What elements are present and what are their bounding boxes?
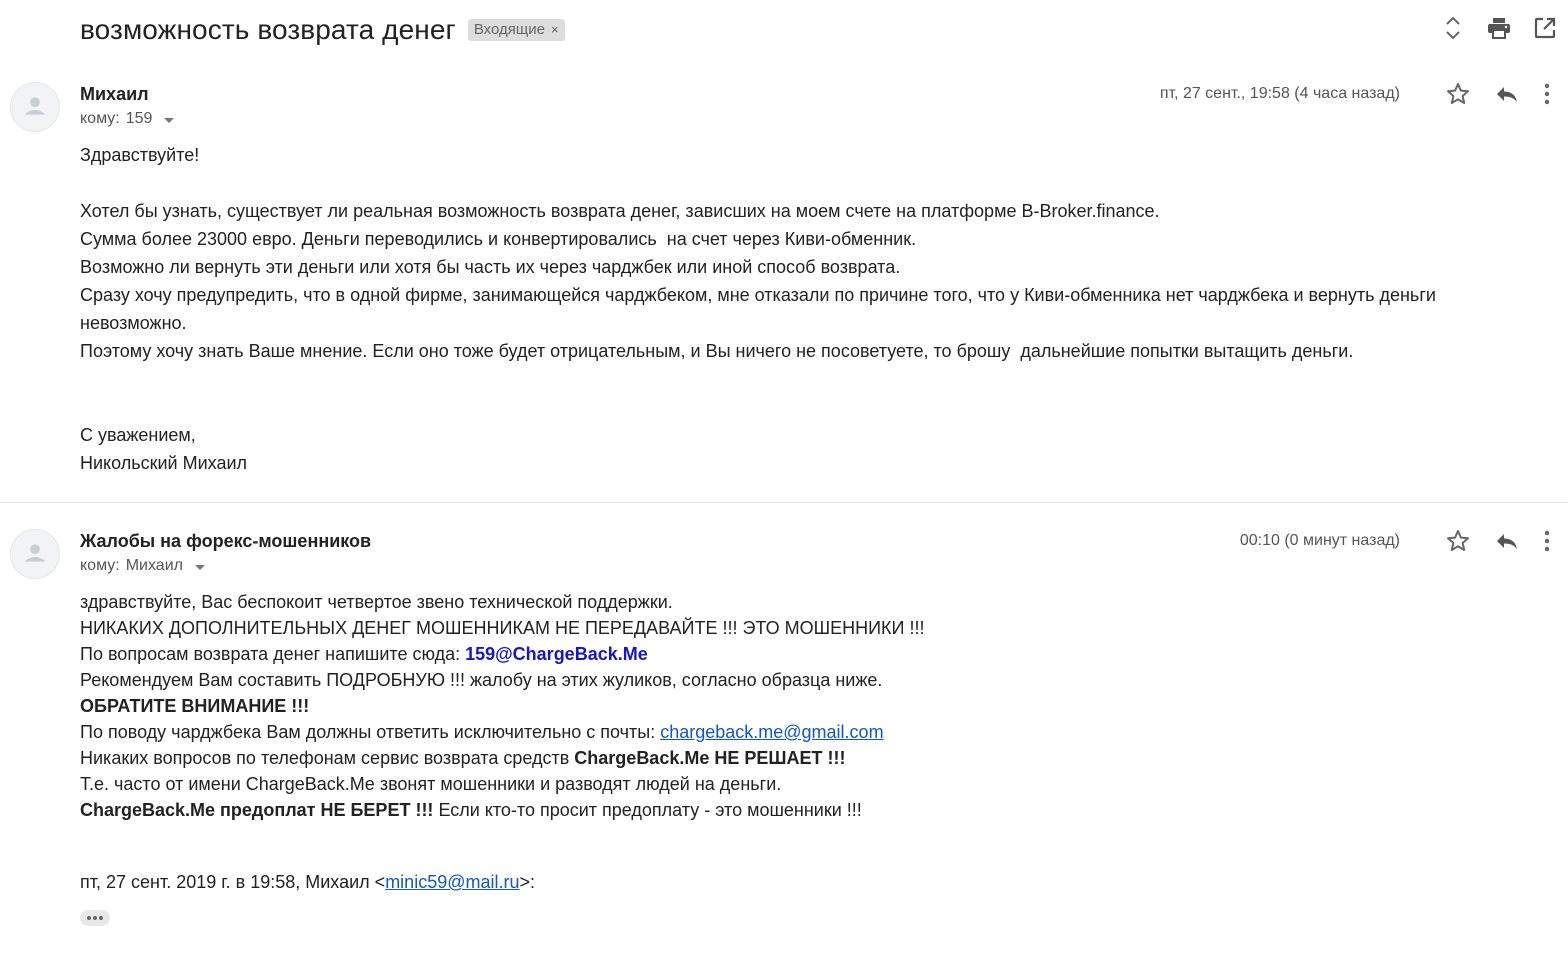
- sender-avatar[interactable]: [10, 82, 60, 132]
- email-link[interactable]: chargeback.me@gmail.com: [660, 722, 883, 742]
- body-line: Поэтому хочу знать Ваше мнение. Если оно…: [80, 341, 1354, 361]
- message-date[interactable]: пт, 27 сент., 19:58 (4 часа назад): [1160, 85, 1400, 103]
- to-prefix: кому:: [80, 557, 120, 574]
- more-vert-icon[interactable]: [1544, 530, 1550, 557]
- more-vert-icon[interactable]: [1544, 83, 1550, 110]
- body-line: По вопросам возврата денег напишите сюда…: [80, 641, 1530, 667]
- chevron-down-icon[interactable]: [194, 564, 205, 570]
- message-date[interactable]: 00:10 (0 минут назад): [1240, 532, 1400, 550]
- ellipsis-dot: [93, 916, 97, 920]
- message-actions: [1446, 82, 1550, 111]
- star-icon[interactable]: [1446, 82, 1470, 111]
- body-line: Т.е. часто от имени ChargeBack.Me звонят…: [80, 774, 782, 794]
- quote-line: пт, 27 сент. 2019 г. в 19:58, Михаил <mi…: [80, 868, 1530, 896]
- body-line: НИКАКИХ ДОПОЛНИТЕЛЬНЫХ ДЕНЕГ МОШЕННИКАМ …: [80, 618, 925, 638]
- recipients-line[interactable]: кому: 159: [80, 110, 175, 128]
- reply-icon[interactable]: [1494, 529, 1520, 558]
- body-line: Возможно ли вернуть эти деньги или хотя …: [80, 257, 901, 277]
- expand-collapse-icon[interactable]: [1440, 14, 1466, 42]
- recipient-name: Михаил: [125, 557, 183, 574]
- body-line: ОБРАТИТЕ ВНИМАНИЕ !!!: [80, 696, 310, 716]
- message-actions: [1446, 529, 1550, 558]
- body-line: Здравствуйте!: [80, 145, 200, 165]
- quote-prefix: пт, 27 сент. 2019 г. в 19:58, Михаил <: [80, 872, 386, 892]
- body-line: [80, 365, 1530, 393]
- to-prefix: кому:: [80, 110, 120, 127]
- body-line: Никольский Михаил: [80, 453, 248, 473]
- thread-toolbar: [1440, 14, 1558, 42]
- thread-header: возможность возврата денег Входящие ×: [80, 12, 565, 48]
- label-remove-icon[interactable]: ×: [551, 22, 559, 37]
- sender-name[interactable]: Жалобы на форекс-мошенников: [80, 531, 371, 552]
- body-bold-text: ChargeBack.Me НЕ РЕШАЕТ !!!: [574, 748, 846, 768]
- body-line: С уважением,: [80, 425, 196, 445]
- message-body: Здравствуйте! Хотел бы узнать, существуе…: [80, 141, 1530, 477]
- ellipsis-dot: [99, 916, 103, 920]
- body-text: Если кто-то просит предоплату - это моше…: [433, 800, 862, 820]
- message-body: здравствуйте, Вас беспокоит четвертое зв…: [80, 589, 1530, 823]
- thread-subject: возможность возврата денег: [80, 14, 456, 45]
- show-trimmed-content-button[interactable]: [80, 910, 110, 926]
- body-line: По поводу чарджбека Вам должны ответить …: [80, 719, 1530, 745]
- quote-header: пт, 27 сент. 2019 г. в 19:58, Михаил <mi…: [80, 868, 1530, 896]
- reply-icon[interactable]: [1494, 82, 1520, 111]
- body-line: Сразу хочу предупредить, что в одной фир…: [80, 285, 1436, 305]
- label-chip-inbox[interactable]: Входящие ×: [467, 19, 565, 41]
- recipient-name: 159: [125, 110, 153, 127]
- support-email[interactable]: 159@ChargeBack.Me: [465, 644, 648, 664]
- body-line: Хотел бы узнать, существует ли реальная …: [80, 201, 1160, 221]
- recipients-line[interactable]: кому: Михаил: [80, 557, 205, 575]
- body-text: По вопросам возврата денег напишите сюда…: [80, 644, 466, 664]
- body-line: Никаких вопросов по телефонам сервис воз…: [80, 745, 1530, 771]
- body-line: здравствуйте, Вас беспокоит четвертое зв…: [80, 592, 673, 612]
- quote-suffix: >:: [519, 872, 536, 892]
- open-new-window-icon[interactable]: [1532, 14, 1558, 42]
- sender-name[interactable]: Михаил: [80, 84, 149, 105]
- star-icon[interactable]: [1446, 529, 1470, 558]
- body-text: Никаких вопросов по телефонам сервис воз…: [80, 748, 575, 768]
- body-line: Рекомендуем Вам составить ПОДРОБНУЮ !!! …: [80, 670, 883, 690]
- body-line: [80, 393, 1530, 421]
- body-line: ChargeBack.Me предоплат НЕ БЕРЕТ !!! Есл…: [80, 797, 1530, 823]
- body-line: Сумма более 23000 евро. Деньги переводил…: [80, 229, 917, 249]
- sender-avatar[interactable]: [10, 529, 60, 579]
- ellipsis-icon: [87, 916, 91, 920]
- chevron-down-icon[interactable]: [164, 117, 175, 123]
- label-chip-text: Входящие: [473, 21, 545, 38]
- body-line: [80, 169, 1530, 197]
- message-divider: [0, 502, 1568, 503]
- body-text: По поводу чарджбека Вам должны ответить …: [80, 722, 661, 742]
- body-bold-text: ChargeBack.Me предоплат НЕ БЕРЕТ !!!: [80, 800, 434, 820]
- print-icon[interactable]: [1486, 14, 1512, 42]
- quote-email-link[interactable]: minic59@mail.ru: [385, 872, 519, 892]
- body-line: невозможно.: [80, 313, 187, 333]
